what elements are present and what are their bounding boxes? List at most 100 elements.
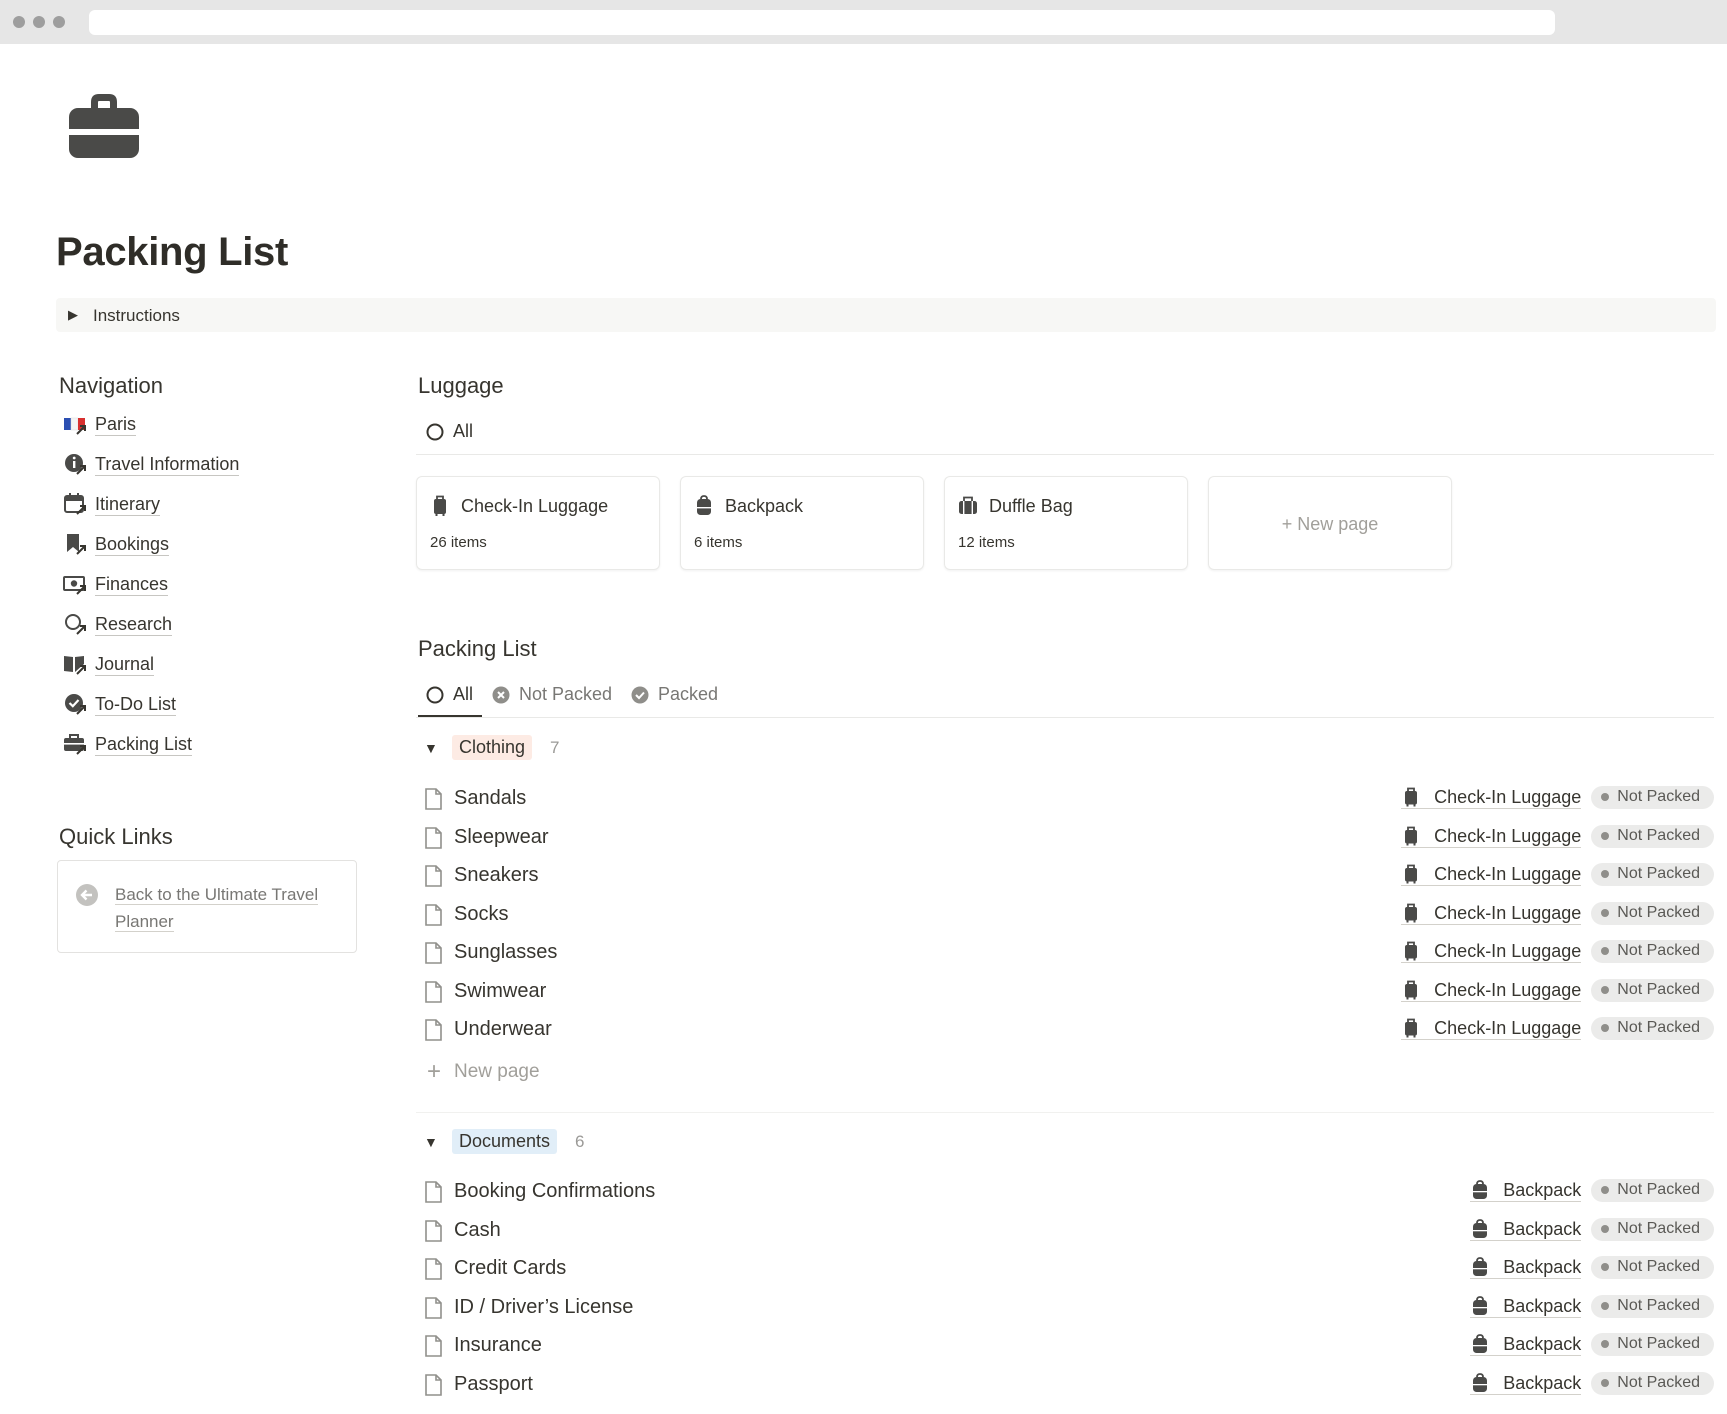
nav-item-finances[interactable]: Finances [63, 569, 169, 599]
nav-item-packing-list[interactable]: Packing List [63, 729, 193, 759]
status-badge[interactable]: Not Packed [1591, 978, 1714, 1002]
luggage-relation[interactable]: Check-In Luggage [1401, 863, 1582, 886]
table-row[interactable]: Credit Cards Backpack Not Packed [424, 1251, 1714, 1287]
suitcase-icon [1405, 1018, 1418, 1038]
quick-link-back-to-planner[interactable]: Back to the Ultimate Travel Planner [57, 860, 357, 953]
window-zoom-dot[interactable] [53, 16, 65, 28]
status-badge[interactable]: Not Packed [1591, 1179, 1714, 1202]
luggage-relation[interactable]: Check-In Luggage [1401, 1017, 1582, 1040]
luggage-relation[interactable]: Backpack [1470, 1295, 1582, 1318]
luggage-new-page-card[interactable]: + New page [1208, 476, 1452, 570]
calendar-icon [64, 493, 86, 515]
packing-tab-packed[interactable]: Packed [631, 684, 718, 705]
nav-item-label: Journal [95, 653, 155, 676]
backpack-icon [697, 495, 711, 515]
address-bar[interactable] [89, 10, 1555, 35]
luggage-relation[interactable]: Check-In Luggage [1401, 902, 1582, 925]
status-badge[interactable]: Not Packed [1591, 1017, 1714, 1040]
item-name[interactable]: Passport [454, 1373, 533, 1396]
status-dot [1601, 1263, 1610, 1271]
table-row[interactable]: Insurance Backpack Not Packed [424, 1328, 1714, 1364]
luggage-relation[interactable]: Check-In Luggage [1401, 825, 1582, 848]
suitcase-icon [434, 495, 446, 516]
table-row[interactable]: Swimwear Check-In Luggage Not Packed [424, 974, 1714, 1010]
nav-item-itinerary[interactable]: Itinerary [63, 489, 161, 519]
nav-item-travel-information[interactable]: Travel Information [63, 449, 240, 479]
item-name[interactable]: Booking Confirmations [454, 1180, 655, 1203]
luggage-tab-all[interactable]: All [426, 421, 473, 442]
luggage-relation[interactable]: Check-In Luggage [1401, 786, 1582, 809]
table-row[interactable]: Underwear Check-In Luggage Not Packed [424, 1012, 1714, 1048]
window-close-dot[interactable] [13, 16, 25, 28]
item-name[interactable]: Sleepwear [454, 826, 549, 849]
status-badge[interactable]: Not Packed [1591, 940, 1714, 963]
group-header-clothing[interactable]: ▼ Clothing 7 [424, 735, 560, 760]
item-name[interactable]: Cash [454, 1219, 501, 1242]
luggage-relation[interactable]: Backpack [1470, 1372, 1582, 1395]
quick-link-label: Back to the Ultimate Travel Planner [115, 885, 319, 932]
status-badge[interactable]: Not Packed [1591, 786, 1714, 809]
status-badge[interactable]: Not Packed [1591, 1217, 1714, 1241]
item-name[interactable]: Sunglasses [454, 941, 557, 964]
nav-item-research[interactable]: Research [63, 609, 173, 639]
nav-item-bookings[interactable]: Bookings [63, 529, 170, 559]
luggage-view-tabs: All [416, 410, 1714, 455]
nav-item-journal[interactable]: Journal [63, 649, 155, 679]
luggage-relation[interactable]: Backpack [1470, 1218, 1582, 1241]
table-row[interactable]: Booking Confirmations Backpack Not Packed [424, 1174, 1714, 1210]
status-badge[interactable]: Not Packed [1591, 824, 1714, 848]
table-row[interactable]: Sleepwear Check-In Luggage Not Packed [424, 820, 1714, 856]
packing-tab-all[interactable]: All [426, 684, 473, 705]
table-row[interactable]: Cash Backpack Not Packed [424, 1213, 1714, 1249]
group-header-documents[interactable]: ▼ Documents 6 [424, 1129, 585, 1154]
status-badge[interactable]: Not Packed [1591, 1256, 1714, 1279]
row-properties: Backpack Not Packed [1470, 1294, 1714, 1318]
backpack-icon [1473, 1218, 1488, 1238]
item-name[interactable]: Swimwear [454, 980, 546, 1003]
collapse-triangle-icon[interactable]: ▼ [424, 740, 444, 756]
table-row[interactable]: Sneakers Check-In Luggage Not Packed [424, 858, 1714, 894]
group-tag: Documents [452, 1129, 558, 1154]
luggage-relation[interactable]: Check-In Luggage [1401, 979, 1582, 1002]
nav-item-to-do-list[interactable]: To-Do List [63, 689, 177, 719]
row-properties: Backpack Not Packed [1470, 1371, 1714, 1395]
item-name[interactable]: ID / Driver’s License [454, 1296, 633, 1319]
luggage-relation[interactable]: Backpack [1470, 1333, 1582, 1356]
luggage-relation[interactable]: Backpack [1470, 1256, 1582, 1279]
instructions-toggle[interactable]: ▶ Instructions [56, 298, 1716, 332]
row-properties: Check-In Luggage Not Packed [1401, 786, 1714, 809]
luggage-relation[interactable]: Check-In Luggage [1401, 940, 1582, 963]
backpack-icon [1473, 1334, 1488, 1353]
status-badge[interactable]: Not Packed [1591, 863, 1714, 886]
luggage-card-check-in[interactable]: Check-In Luggage 26 items [416, 476, 660, 570]
status-dot [1601, 1378, 1610, 1387]
table-row[interactable]: Socks Check-In Luggage Not Packed [424, 897, 1714, 933]
nav-item-paris[interactable]: Paris [63, 409, 137, 439]
luggage-label: Check-In Luggage [1434, 941, 1582, 961]
new-page-row[interactable]: + New page [424, 1058, 540, 1086]
item-name[interactable]: Socks [454, 903, 508, 926]
packing-tab-not-packed[interactable]: Not Packed [492, 684, 612, 705]
table-row[interactable]: Sandals Check-In Luggage Not Packed [424, 781, 1714, 817]
luggage-card-backpack[interactable]: Backpack 6 items [680, 476, 924, 570]
duffle-bag-icon [959, 496, 977, 514]
luggage-card-duffle-bag[interactable]: Duffle Bag 12 items [944, 476, 1188, 570]
table-row[interactable]: ID / Driver’s License Backpack Not Packed [424, 1290, 1714, 1326]
table-row[interactable]: Sunglasses Check-In Luggage Not Packed [424, 935, 1714, 971]
item-name[interactable]: Sneakers [454, 864, 539, 887]
toggle-triangle-icon[interactable]: ▶ [68, 307, 78, 323]
collapse-triangle-icon[interactable]: ▼ [424, 1134, 444, 1150]
status-badge[interactable]: Not Packed [1591, 1371, 1714, 1395]
status-badge[interactable]: Not Packed [1591, 1333, 1714, 1356]
check-circle-icon [65, 694, 86, 715]
item-name[interactable]: Insurance [454, 1334, 542, 1357]
item-name[interactable]: Sandals [454, 787, 526, 810]
status-badge[interactable]: Not Packed [1591, 901, 1714, 925]
table-row[interactable]: Passport Backpack Not Packed [424, 1367, 1714, 1403]
status-badge[interactable]: Not Packed [1591, 1294, 1714, 1318]
status-label: Not Packed [1617, 1181, 1700, 1198]
item-name[interactable]: Credit Cards [454, 1257, 566, 1280]
item-name[interactable]: Underwear [454, 1018, 552, 1041]
window-minimize-dot[interactable] [33, 16, 45, 28]
luggage-relation[interactable]: Backpack [1470, 1179, 1582, 1202]
